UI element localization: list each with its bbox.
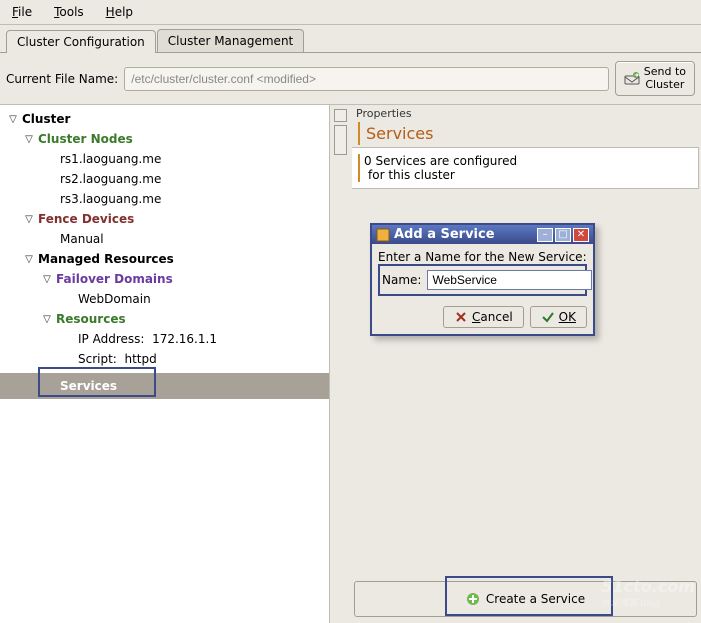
service-name-input[interactable] bbox=[427, 270, 592, 290]
create-icon bbox=[466, 592, 480, 606]
menu-file[interactable]: File bbox=[8, 3, 36, 21]
tree-node[interactable]: rs3.laoguang.me bbox=[4, 189, 329, 209]
tab-cluster-management[interactable]: Cluster Management bbox=[157, 29, 304, 52]
sash-controls bbox=[330, 105, 350, 623]
tree-managed-resources[interactable]: ▽ Managed Resources bbox=[4, 249, 329, 269]
main-area: ▽ Cluster ▽ Cluster Nodes rs1.laoguang.m… bbox=[0, 104, 701, 623]
properties-heading: Services bbox=[360, 122, 693, 145]
failover-domains-label: Failover Domains bbox=[54, 272, 173, 286]
properties-pane: Properties Services 0 Services are confi… bbox=[350, 105, 701, 623]
name-label: Name: bbox=[382, 273, 421, 287]
dialog-prompt: Enter a Name for the New Service: bbox=[378, 250, 587, 264]
menu-help[interactable]: Help bbox=[102, 3, 137, 21]
resources-label: Resources bbox=[54, 312, 126, 326]
send-icon bbox=[624, 71, 640, 87]
tab-cluster-configuration[interactable]: Cluster Configuration bbox=[6, 30, 156, 53]
tree-cluster-nodes[interactable]: ▽ Cluster Nodes bbox=[4, 129, 329, 149]
add-service-dialog: Add a Service – □ ✕ Enter a Name for the… bbox=[370, 223, 595, 336]
tree-pane: ▽ Cluster ▽ Cluster Nodes rs1.laoguang.m… bbox=[0, 105, 330, 623]
tree-resources[interactable]: ▽ Resources bbox=[4, 309, 329, 329]
file-row: Current File Name: Send toCluster bbox=[0, 53, 701, 104]
tree-services-selected[interactable]: Services bbox=[0, 373, 329, 399]
tree-resource-script[interactable]: Script: httpd bbox=[4, 349, 329, 369]
dialog-max-button[interactable]: □ bbox=[555, 228, 571, 242]
dialog-titlebar[interactable]: Add a Service – □ ✕ bbox=[372, 225, 593, 244]
ok-button[interactable]: OK bbox=[530, 306, 587, 328]
services-count-line1: 0 Services are configured bbox=[364, 154, 692, 168]
menu-tools[interactable]: Tools bbox=[50, 3, 88, 21]
highlight-frame bbox=[38, 367, 156, 397]
twisty-icon[interactable]: ▽ bbox=[22, 214, 36, 225]
dialog-min-button[interactable]: – bbox=[537, 228, 553, 242]
tree-failover-item[interactable]: WebDomain bbox=[4, 289, 329, 309]
cluster-tree: ▽ Cluster ▽ Cluster Nodes rs1.laoguang.m… bbox=[0, 105, 329, 369]
cancel-text: ancel bbox=[480, 310, 512, 324]
dialog-icon bbox=[376, 228, 390, 242]
twisty-icon[interactable]: ▽ bbox=[22, 134, 36, 145]
menubar: File Tools Help bbox=[0, 0, 701, 25]
cancel-icon bbox=[454, 310, 468, 324]
send-line2: Cluster bbox=[645, 78, 684, 91]
twisty-icon[interactable]: ▽ bbox=[6, 114, 20, 125]
create-label: Create a Service bbox=[486, 592, 585, 606]
tree-node[interactable]: rs1.laoguang.me bbox=[4, 149, 329, 169]
tree-root-label: Cluster bbox=[20, 112, 70, 126]
fence-devices-label: Fence Devices bbox=[36, 212, 134, 226]
sash-up-button[interactable] bbox=[334, 109, 347, 122]
send-to-cluster-button[interactable]: Send toCluster bbox=[615, 61, 695, 96]
send-line1: Send to bbox=[644, 65, 686, 78]
file-name-input[interactable] bbox=[124, 67, 609, 91]
cancel-button[interactable]: Cancel bbox=[443, 306, 524, 328]
managed-resources-label: Managed Resources bbox=[36, 252, 174, 266]
tree-node[interactable]: rs2.laoguang.me bbox=[4, 169, 329, 189]
create-service-button[interactable]: Create a Service bbox=[354, 581, 697, 617]
properties-box: Services bbox=[358, 122, 693, 145]
tree-fence-devices[interactable]: ▽ Fence Devices bbox=[4, 209, 329, 229]
tree-resource-ip[interactable]: IP Address: 172.16.1.1 bbox=[4, 329, 329, 349]
twisty-icon[interactable]: ▽ bbox=[40, 274, 54, 285]
properties-title: Properties bbox=[352, 105, 699, 122]
cluster-nodes-label: Cluster Nodes bbox=[36, 132, 133, 146]
file-name-label: Current File Name: bbox=[6, 72, 118, 86]
tree-fence-item[interactable]: Manual bbox=[4, 229, 329, 249]
ok-icon bbox=[541, 310, 555, 324]
sash-handle[interactable] bbox=[334, 125, 347, 155]
dialog-title: Add a Service bbox=[394, 227, 537, 242]
twisty-icon[interactable]: ▽ bbox=[40, 314, 54, 325]
tree-root[interactable]: ▽ Cluster bbox=[4, 109, 329, 129]
tree-failover-domains[interactable]: ▽ Failover Domains bbox=[4, 269, 329, 289]
services-count-line2: for this cluster bbox=[364, 168, 692, 182]
tab-row: Cluster Configuration Cluster Management bbox=[0, 25, 701, 53]
twisty-icon[interactable]: ▽ bbox=[22, 254, 36, 265]
ok-text: OK bbox=[559, 310, 576, 324]
dialog-close-button[interactable]: ✕ bbox=[573, 228, 589, 242]
properties-body: 0 Services are configured for this clust… bbox=[352, 147, 699, 189]
